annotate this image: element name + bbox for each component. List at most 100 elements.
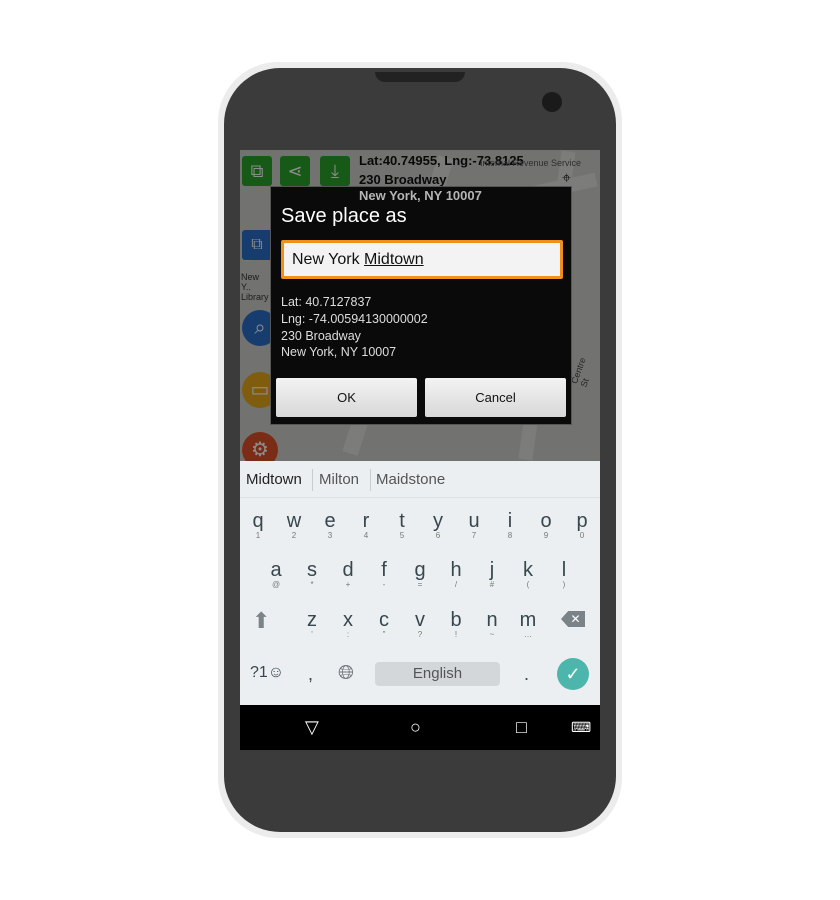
key-c[interactable]: c " [366,610,402,639]
key-r[interactable]: r4 [348,511,384,540]
dialog-title: Save place as [281,205,407,227]
key-hint: 5 [399,531,405,540]
key-e[interactable]: e3 [312,511,348,540]
key-p[interactable]: p0 [564,511,600,540]
shift-icon[interactable]: ⬆ [252,608,270,634]
key-label: f [381,559,387,581]
keyboard: Midtown Milton Maidstone q1w2e3r4t5y6u7i… [240,461,600,705]
key-a[interactable]: a @ [258,560,294,589]
key-o[interactable]: o9 [528,511,564,540]
key-i[interactable]: i8 [492,511,528,540]
key-label: b [450,609,462,631]
suggestion-divider [312,469,313,491]
key-hint: 1 [255,531,261,540]
suggestion-divider [370,469,371,491]
enter-check-button[interactable]: ✓ [557,658,589,690]
dialog-address2: New York, NY 10007 [281,345,397,359]
key-f[interactable]: f- [366,560,402,589]
key-label: a [270,559,282,581]
key-hint: 6 [435,531,441,540]
key-x[interactable]: x: [330,610,366,639]
map-view[interactable]: ⧉ ⋖ ⤓ Lat:40.74955, Lng:-73.8125 230 Bro… [240,150,600,468]
input-text: New York [292,251,365,268]
key-label: z [307,609,317,631]
key-b[interactable]: b! [438,610,474,639]
symbols-key[interactable]: ?1☺ [250,664,284,682]
key-hint: @ [271,580,281,589]
cancel-button[interactable]: Cancel [425,378,566,417]
key-v[interactable]: v? [402,610,438,639]
key-q[interactable]: q1 [240,511,276,540]
key-label: v [415,609,425,631]
key-n[interactable]: n ~ [474,610,510,639]
key-s[interactable]: s * [294,560,330,589]
key-hint: 9 [543,531,549,540]
key-g[interactable]: g = [402,560,438,589]
key-label: l [561,559,567,581]
key-z[interactable]: z ' [294,610,330,639]
key-y[interactable]: y6 [420,511,456,540]
back-icon[interactable]: ▽ [305,717,319,738]
key-label: k [523,559,533,581]
place-name-input[interactable]: New York Midtown [281,240,563,279]
key-label: u [468,510,480,532]
dialog-lng: Lng: -74.00594130000002 [281,312,428,326]
comma-key[interactable]: , [308,664,313,685]
key-m[interactable]: m… [510,610,546,639]
key-hint: ~ [489,630,495,639]
dialog-address1: 230 Broadway [281,329,361,343]
space-bar[interactable]: English [375,662,500,686]
key-hint: - [382,580,386,589]
key-d[interactable]: d + [330,560,366,589]
key-hint: = [417,580,423,589]
key-hint: 0 [579,531,585,540]
key-hint: … [524,630,532,639]
map-address2: New York, NY 10007 [359,188,482,203]
recents-icon[interactable]: □ [516,717,527,738]
key-w[interactable]: w2 [276,511,312,540]
keyboard-icon[interactable]: ⌨ [571,719,591,736]
key-j[interactable]: j # [474,560,510,589]
key-hint: ) [562,580,566,589]
suggestion[interactable]: Maidstone [376,471,445,488]
key-l[interactable]: l) [546,560,582,589]
key-label: q [252,510,264,532]
home-icon[interactable]: ○ [410,717,421,738]
key-label: h [450,559,462,581]
key-label: g [414,559,426,581]
key-u[interactable]: u7 [456,511,492,540]
save-place-dialog: Save place as New York Midtown Lat: 40.7… [270,186,572,425]
key-hint: 8 [507,531,513,540]
key-hint: 2 [291,531,297,540]
key-hint: 4 [363,531,369,540]
key-h[interactable]: h / [438,560,474,589]
key-k[interactable]: k( [510,560,546,589]
key-label: x [343,609,353,631]
key-hint: ? [417,630,423,639]
key-hint: 7 [471,531,477,540]
navigation-bar: ▽ ○ □ ⌨ [240,705,600,750]
key-t[interactable]: t5 [384,511,420,540]
backspace-icon[interactable]: ✕ [561,611,585,627]
key-hint: : [346,630,350,639]
key-label: o [540,510,552,532]
key-hint: 3 [327,531,333,540]
key-hint: ( [526,580,530,589]
key-label: m [519,609,537,631]
period-key[interactable]: . [524,664,529,685]
ok-button[interactable]: OK [276,378,417,417]
phone-speaker [375,72,465,82]
key-label: j [489,559,495,581]
key-hint: ! [454,630,458,639]
key-hint: ' [311,630,313,639]
suggestion[interactable]: Midtown [246,471,302,488]
key-hint: # [489,580,495,589]
suggestion[interactable]: Milton [319,471,359,488]
key-label: t [399,510,405,532]
key-label: r [362,510,370,532]
key-hint: * [310,580,314,589]
key-label: i [507,510,513,532]
key-hint: / [454,580,458,589]
screen: ⧉ ⋖ ⤓ Lat:40.74955, Lng:-73.8125 230 Bro… [240,150,600,750]
globe-icon[interactable]: 🌐︎ [338,662,354,685]
